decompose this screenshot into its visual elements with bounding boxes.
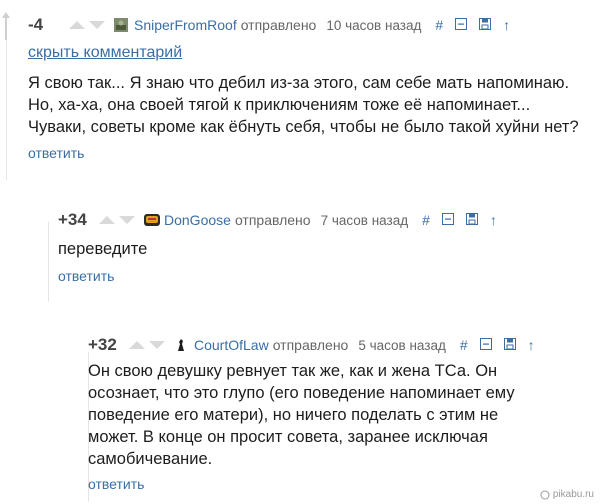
comment-line: самобичевание.: [88, 450, 213, 468]
save-icon[interactable]: [465, 212, 478, 228]
parent-arrow-icon[interactable]: ↑: [503, 17, 510, 33]
avatar[interactable]: [174, 338, 188, 352]
collapse-icon[interactable]: [455, 17, 468, 33]
downvote-icon[interactable]: [148, 340, 166, 350]
collapse-icon[interactable]: [441, 212, 454, 228]
username-link[interactable]: SniperFromRoof: [134, 17, 237, 33]
comment-line: Я свою так... Я знаю что дебил из-за это…: [28, 74, 570, 92]
username-link[interactable]: DonGoose: [164, 212, 231, 228]
vote-controls: [98, 215, 136, 225]
permalink-icon[interactable]: #: [422, 212, 430, 228]
comment-line: Но, ха-ха, она своей тягой к приключения…: [28, 96, 531, 114]
username-link[interactable]: CourtOfLaw: [194, 337, 269, 353]
comment-line: Он свою девушку ревнует так же, как и же…: [88, 362, 498, 380]
comment-line: поведение его матери), но ничего поделат…: [88, 406, 499, 424]
comment-score: +32: [88, 335, 117, 354]
vote-controls: [68, 20, 106, 30]
comment-score: +34: [58, 210, 87, 229]
comment-body: Я свою так... Я знаю что дебил из-за это…: [28, 72, 598, 138]
hide-comment-link[interactable]: скрыть комментарий: [28, 44, 182, 62]
comment-score: -4: [28, 15, 44, 34]
watermark-text: pikabu.ru: [552, 489, 594, 500]
comment-header: +34 DonGoose отправлено 7 часов назад # …: [58, 209, 497, 231]
site-watermark: pikabu.ru: [540, 489, 594, 500]
comment-tools: # ↑: [422, 212, 497, 228]
parent-arrow-icon[interactable]: ↑: [490, 212, 497, 228]
sent-label: отправлено: [234, 212, 311, 228]
comment-body: Он свою девушку ревнует так же, как и же…: [88, 360, 588, 470]
sent-label: отправлено: [272, 337, 349, 353]
comment-line: может. В конце он просит совета, заранее…: [88, 428, 488, 446]
vote-controls: [128, 340, 166, 350]
comment: +34 DonGoose отправлено 7 часов назад # …: [40, 196, 600, 296]
parent-arrow-icon[interactable]: ↑: [528, 337, 535, 353]
downvote-icon[interactable]: [88, 20, 106, 30]
permalink-icon[interactable]: #: [460, 337, 468, 353]
comment: -4 SniperFromRoof отправлено 10 часов на…: [0, 0, 600, 178]
comment-time: 10 часов назад: [326, 17, 422, 33]
downvote-icon[interactable]: [118, 215, 136, 225]
comment-time: 7 часов назад: [320, 212, 409, 228]
comment-line: переведите: [58, 240, 148, 258]
reply-link[interactable]: ответить: [58, 268, 114, 284]
pikabu-logo-icon: [540, 490, 550, 499]
comment-body: переведите: [58, 238, 147, 260]
comment-tools: # ↑: [460, 337, 535, 353]
comment-time: 5 часов назад: [358, 337, 446, 353]
collapse-thread-icon[interactable]: [0, 10, 12, 45]
comment-line: осознает, что это глупо (его поведение н…: [88, 384, 515, 402]
upvote-icon[interactable]: [98, 215, 116, 225]
permalink-icon[interactable]: #: [435, 17, 443, 33]
collapse-icon[interactable]: [479, 337, 492, 353]
sent-label: отправлено: [240, 17, 317, 33]
upvote-icon[interactable]: [128, 340, 146, 350]
save-icon[interactable]: [503, 337, 516, 353]
save-icon[interactable]: [479, 17, 492, 33]
avatar[interactable]: [144, 213, 160, 227]
comment-tools: # ↑: [435, 17, 510, 33]
upvote-icon[interactable]: [68, 20, 86, 30]
comment-header: +32 CourtOfLaw отправлено 5 часов назад …: [88, 334, 535, 356]
comment-line: Чуваки, советы кроме как ёбнуть себя, чт…: [28, 118, 579, 136]
comment: +32 CourtOfLaw отправлено 5 часов назад …: [80, 322, 600, 504]
reply-link[interactable]: ответить: [88, 476, 144, 492]
comment-header: -4 SniperFromRoof отправлено 10 часов на…: [28, 14, 510, 36]
avatar[interactable]: [114, 18, 128, 32]
reply-link[interactable]: ответить: [28, 145, 84, 161]
